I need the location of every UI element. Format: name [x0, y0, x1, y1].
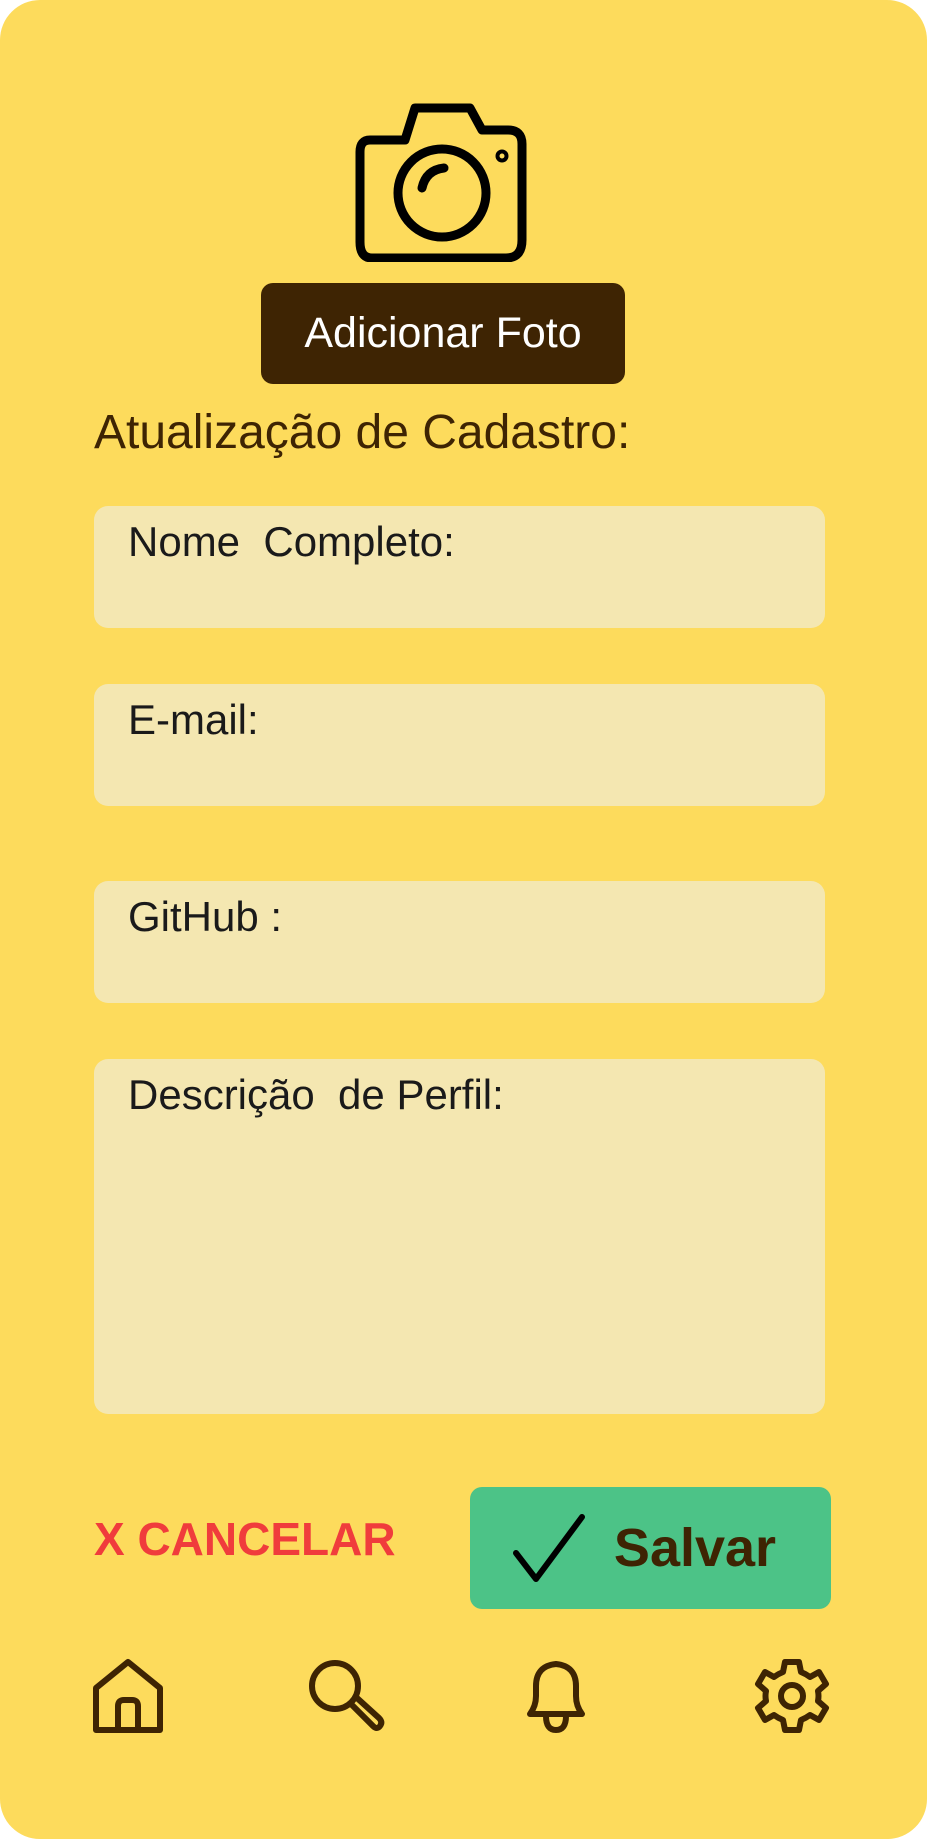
github-input[interactable]	[94, 881, 829, 1005]
save-label: Salvar	[613, 1518, 777, 1578]
email-input[interactable]	[94, 684, 829, 808]
cancel-button[interactable]: X CANCELAR	[94, 1512, 396, 1566]
search-icon[interactable]	[305, 1656, 385, 1736]
form-title: Atualização de Cadastro:	[94, 406, 631, 459]
save-button[interactable]: Salvar	[470, 1487, 831, 1609]
github-field[interactable]: GitHub :	[94, 881, 829, 1005]
email-field[interactable]: E-mail:	[94, 684, 829, 808]
check-icon	[513, 1514, 585, 1582]
full-name-field[interactable]: Nome Completo:	[94, 506, 829, 630]
home-icon[interactable]	[88, 1656, 168, 1736]
gear-icon[interactable]	[752, 1656, 832, 1736]
profile-edit-screen: Adicionar Foto Atualização de Cadastro: …	[0, 0, 927, 1839]
camera-icon[interactable]	[350, 100, 530, 262]
add-photo-button[interactable]: Adicionar Foto	[261, 283, 625, 384]
full-name-input[interactable]	[94, 506, 829, 630]
bell-icon[interactable]	[516, 1656, 596, 1736]
profile-description-input[interactable]	[94, 1059, 829, 1418]
profile-description-field[interactable]: Descrição de Perfil:	[94, 1059, 829, 1418]
